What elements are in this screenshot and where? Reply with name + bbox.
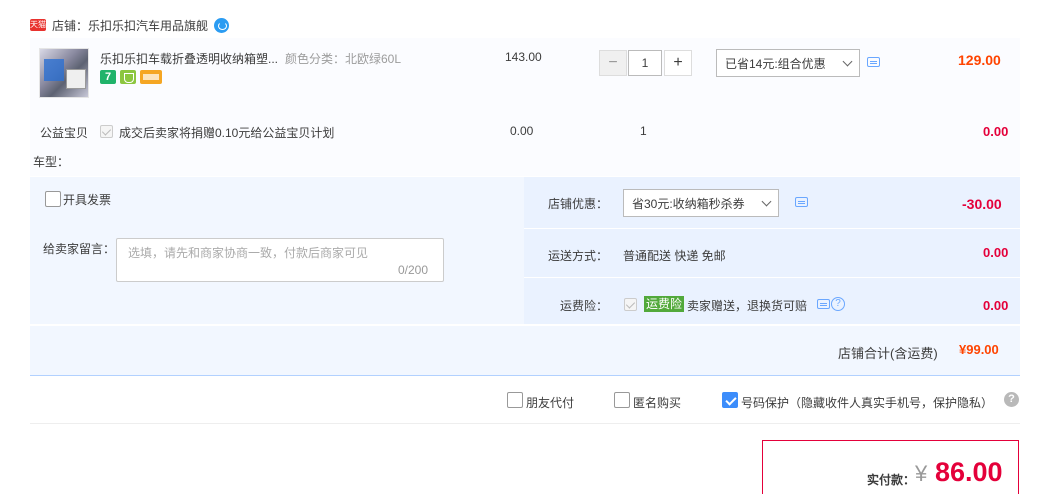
friend-pay-checkbox[interactable]	[507, 392, 523, 408]
charity-amount: 0.00	[983, 124, 1009, 139]
anonymous-checkbox[interactable]	[614, 392, 630, 408]
insurance-badge: 运费险	[644, 296, 685, 312]
promo-info-icon[interactable]	[867, 57, 880, 67]
shop-total-label: 店铺合计(含运费)	[838, 346, 938, 361]
chevron-down-icon	[837, 50, 859, 76]
divider	[524, 277, 1020, 278]
message-char-count: 0/200	[398, 263, 429, 277]
anonymous-label[interactable]: 匿名购买	[633, 394, 681, 411]
insurance-label: 运费险：	[560, 299, 609, 313]
unit-price: 143.00	[505, 50, 542, 64]
car-type-label: 车型：	[33, 155, 70, 169]
divider	[524, 228, 1020, 229]
charity-quantity: 1	[640, 124, 647, 138]
shipping-value: 普通配送 快递 免邮	[623, 249, 726, 263]
quantity-input[interactable]: 1	[628, 50, 662, 76]
insurance-text: 卖家赠送，退换货可赔	[687, 299, 808, 313]
help-icon[interactable]: ?	[831, 297, 845, 311]
shop-name[interactable]: 店铺：乐扣乐扣汽车用品旗舰	[52, 17, 208, 34]
invoice-label[interactable]: 开具发票	[63, 191, 111, 208]
chevron-down-icon	[756, 190, 778, 216]
number-protect-checkbox[interactable]	[722, 392, 738, 408]
shop-header: 天猫 店铺：乐扣乐扣汽车用品旗舰	[30, 14, 230, 36]
insurance-amount: 0.00	[983, 298, 1009, 313]
shop-discount-value: 省30元:收纳箱秒杀券	[632, 196, 745, 211]
friend-pay-label[interactable]: 朋友代付	[526, 394, 574, 411]
item-subtotal: 129.00	[958, 52, 1001, 68]
invoice-checkbox[interactable]	[45, 191, 61, 207]
quantity-stepper: − 1 +	[599, 50, 692, 76]
help-icon[interactable]: ?	[1004, 392, 1019, 407]
quantity-minus-button[interactable]: −	[599, 50, 627, 76]
shipping-amount: 0.00	[983, 245, 1009, 260]
quantity-plus-button[interactable]: +	[664, 50, 692, 76]
shop-discount-amount: -30.00	[962, 196, 1002, 212]
charity-text: 成交后卖家将捐赠0.10元给公益宝贝计划	[119, 126, 335, 140]
payment-currency: ¥	[915, 461, 928, 486]
charity-checkbox	[100, 125, 113, 138]
message-label: 给卖家留言：	[43, 242, 116, 256]
payment-label: 实付款：	[867, 473, 916, 487]
charity-price: 0.00	[510, 124, 534, 138]
insurance-checkbox	[624, 298, 637, 311]
number-protect-label[interactable]: 号码保护（隐藏收件人真实手机号，保护隐私）	[741, 394, 993, 411]
discount-info-icon[interactable]	[795, 197, 808, 207]
message-placeholder: 选填，请先和商家协商一致，付款后商家可见	[128, 246, 369, 260]
shipping-label: 运送方式：	[548, 249, 609, 263]
guarantee-shield-icon	[120, 70, 136, 84]
wangwang-chat-icon[interactable]	[214, 17, 230, 33]
seven-day-return-icon: 7	[100, 70, 116, 84]
shop-discount-label: 店铺优惠：	[548, 197, 609, 211]
product-title[interactable]: 乐扣乐扣车载折叠透明收纳箱塑...	[100, 50, 280, 67]
charity-label: 公益宝贝	[40, 126, 89, 140]
item-promo-value: 已省14元:组合优惠	[725, 56, 826, 71]
payment-amount: 86.00	[935, 457, 1003, 487]
item-promo-select[interactable]: 已省14元:组合优惠	[716, 49, 860, 77]
shop-discount-select[interactable]: 省30元:收纳箱秒杀券	[623, 189, 779, 217]
divider	[30, 375, 1020, 376]
divider	[30, 423, 1020, 424]
product-sku: 颜色分类：北欧绿60L	[285, 52, 402, 66]
insurance-chat-icon[interactable]	[817, 299, 830, 309]
shop-total-amount: ¥99.00	[959, 342, 999, 357]
product-thumbnail[interactable]	[39, 48, 89, 98]
tmall-icon: 天猫	[30, 19, 46, 31]
credit-card-icon	[140, 70, 162, 84]
